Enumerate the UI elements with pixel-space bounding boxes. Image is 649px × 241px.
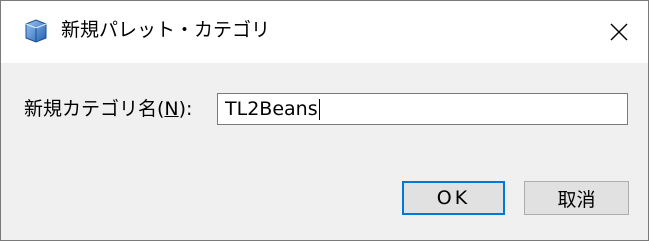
- text-caret: [318, 98, 320, 120]
- label-mnemonic: N: [164, 98, 179, 120]
- label-text-after: ):: [178, 98, 193, 120]
- close-icon: [610, 23, 628, 41]
- category-name-label: 新規カテゴリ名(N):: [24, 97, 192, 121]
- title-bar: 新規パレット・カテゴリ: [1, 1, 648, 63]
- new-palette-category-dialog: 新規パレット・カテゴリ 新規カテゴリ名(N): TL2Beans OK 取消: [0, 0, 649, 241]
- close-button[interactable]: [590, 1, 648, 63]
- ok-button[interactable]: OK: [402, 181, 505, 215]
- input-value: TL2Beans: [225, 98, 318, 120]
- cancel-button[interactable]: 取消: [524, 181, 629, 215]
- app-icon: [23, 18, 49, 44]
- window-title: 新規パレット・カテゴリ: [61, 19, 271, 41]
- label-text-before: 新規カテゴリ名(: [24, 98, 165, 120]
- category-name-input[interactable]: TL2Beans: [217, 93, 628, 125]
